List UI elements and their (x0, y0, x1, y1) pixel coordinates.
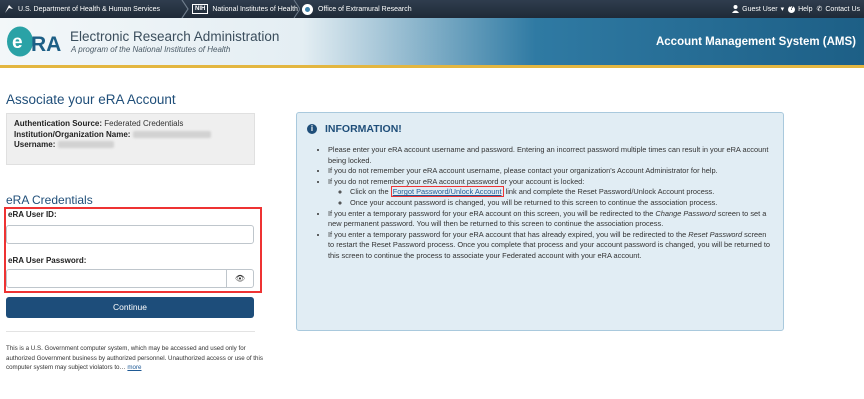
username-label: Username: (14, 140, 56, 149)
phone-icon: ✆ (816, 6, 823, 13)
information-panel: i INFORMATION! Please enter your eRA acc… (296, 112, 784, 331)
institution-label: Institution/Organization Name: (14, 129, 131, 139)
credentials-heading: eRA Credentials (6, 193, 93, 207)
page-title: Associate your eRA Account (6, 92, 176, 107)
hhs-eagle-icon (5, 5, 13, 13)
list-item: If you do not remember your eRA account … (328, 177, 771, 209)
list-item: Click on the Forgot Password/Unlock Acco… (350, 186, 771, 198)
oer-label: Office of Extramural Research (318, 5, 412, 13)
user-id-label: eRA User ID: (8, 210, 57, 219)
oer-logo-icon (302, 3, 313, 15)
guest-user-menu[interactable]: Guest User ▾ (732, 5, 784, 13)
svg-text:e: e (12, 32, 23, 53)
more-link[interactable]: more (127, 364, 141, 371)
era-logo: e RA (7, 26, 61, 57)
password-label: eRA User Password: (8, 256, 87, 265)
info-list: Please enter your eRA account username a… (319, 145, 771, 262)
help-link[interactable]: ? Help (788, 5, 813, 13)
divider (6, 331, 255, 332)
oer-link[interactable]: Office of Extramural Research (302, 0, 412, 18)
auth-source-label: Authentication Source: (14, 119, 103, 128)
contact-label: Contact Us (825, 5, 860, 13)
guest-user-label: Guest User (742, 5, 778, 13)
auth-source-value: Federated Credentials (104, 119, 184, 128)
list-item: Once your account password is changed, y… (350, 198, 771, 209)
svg-text:RA: RA (31, 33, 61, 56)
system-title: Account Management System (AMS) (655, 36, 856, 48)
list-item-text: link and complete the Reset Password/Unl… (505, 187, 715, 197)
redacted-username (57, 141, 114, 149)
list-item: If you enter a temporary password for yo… (328, 230, 771, 262)
redacted-institution (132, 130, 211, 138)
brand-subtitle: A program of the National Institutes of … (71, 45, 231, 54)
help-icon: ? (788, 5, 796, 13)
nih-link[interactable]: NIH National Institutes of Health (192, 0, 298, 18)
info-icon: i (307, 124, 317, 134)
list-item-text: If you enter a temporary password for yo… (328, 229, 687, 239)
list-item: If you enter a temporary password for yo… (328, 209, 771, 230)
nih-badge-icon: NIH (192, 4, 209, 14)
hhs-link[interactable]: U.S. Department of Health & Human Servic… (4, 0, 160, 18)
help-label: Help (798, 5, 813, 13)
info-title: INFORMATION! (325, 123, 402, 135)
forgot-password-link[interactable]: Forgot Password/Unlock Account (390, 186, 504, 198)
caret-down-icon: ▾ (780, 6, 785, 13)
hhs-label: U.S. Department of Health & Human Servic… (18, 5, 161, 13)
change-password-term: Change Password (655, 208, 716, 218)
brand-title: Electronic Research Administration (70, 29, 280, 44)
eye-icon[interactable]: 👁 (226, 270, 253, 287)
nih-label: National Institutes of Health (212, 5, 298, 13)
continue-button[interactable]: Continue (6, 297, 254, 318)
list-item: If you do not remember your eRA account … (328, 166, 771, 177)
list-item-text: If you enter a temporary password for yo… (328, 208, 654, 218)
contact-link[interactable]: ✆ Contact Us (816, 5, 861, 14)
list-item-text: Click on the (350, 187, 389, 197)
reset-password-term: Reset Password (688, 229, 743, 239)
gov-header-bar: U.S. Department of Health & Human Servic… (0, 0, 864, 18)
password-input[interactable]: 👁 (6, 269, 254, 288)
user-id-input[interactable] (6, 225, 254, 244)
auth-info-box: Authentication Source: Federated Credent… (6, 113, 255, 165)
list-item-text: If you do not remember your eRA account … (328, 176, 585, 186)
accent-divider (0, 65, 864, 68)
list-item: Please enter your eRA account username a… (328, 145, 771, 166)
user-icon (732, 5, 740, 13)
gov-notice: This is a U.S. Government computer syste… (6, 344, 268, 373)
app-banner: e RA Electronic Research Administration … (0, 18, 864, 65)
